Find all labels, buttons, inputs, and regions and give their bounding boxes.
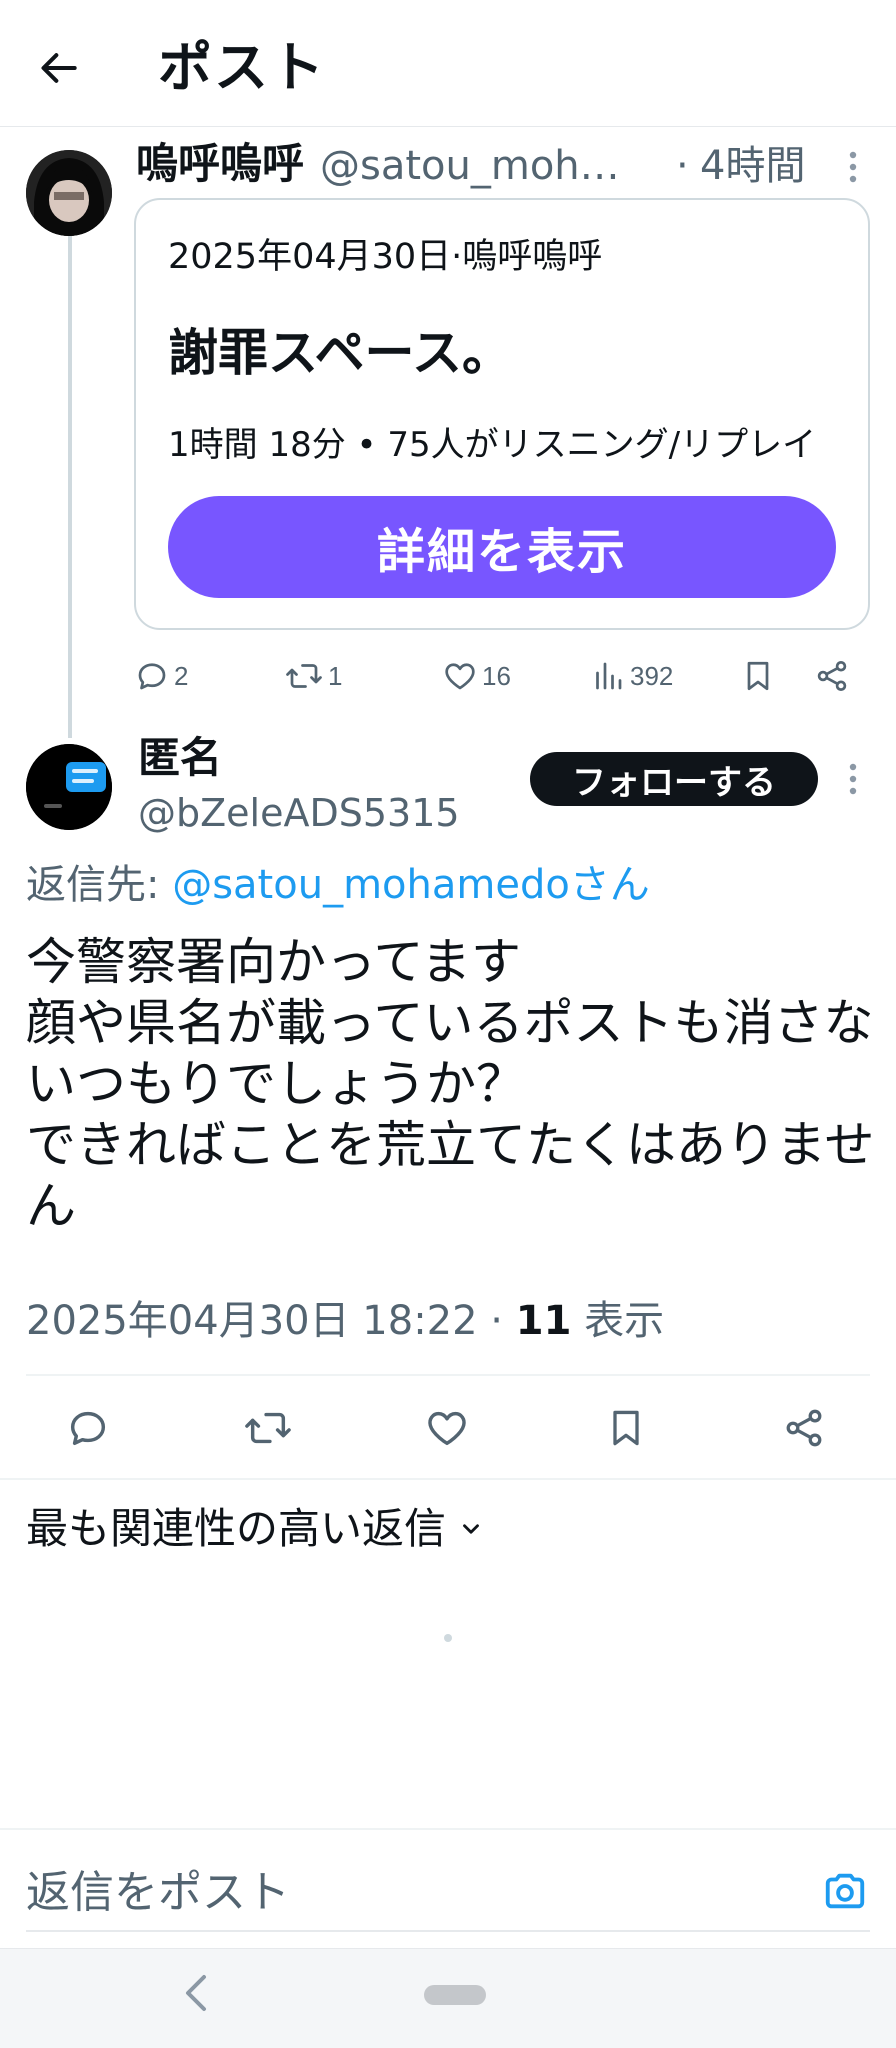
replying-to: 返信先: @satou_mohamedoさん <box>26 858 650 912</box>
more-vertical-icon <box>849 151 857 183</box>
avatar[interactable] <box>26 150 112 236</box>
system-home-handle[interactable] <box>424 1985 486 2005</box>
more-options-button[interactable] <box>836 757 870 801</box>
chevron-down-icon <box>463 1524 479 1534</box>
share-button[interactable] <box>772 1396 836 1460</box>
repost-icon <box>245 1412 291 1444</box>
author-name[interactable]: 嗚呼嗚呼 <box>136 136 304 192</box>
post-timestamp[interactable]: 2025年04月30日 18:22 · <box>26 1298 516 1344</box>
like-count: 16 <box>482 660 511 691</box>
reply-input[interactable]: 返信をポスト <box>26 1864 290 1922</box>
camera-button[interactable] <box>822 1868 868 1914</box>
reply-sort-label: 最も関連性の高い返信 <box>26 1504 447 1553</box>
app-header: ポスト <box>0 0 896 127</box>
reply-icon <box>138 663 166 690</box>
like-button[interactable]: 16 <box>442 650 511 702</box>
repost-button[interactable]: 1 <box>284 650 342 702</box>
more-options-button[interactable] <box>836 145 870 189</box>
repost-button[interactable] <box>236 1396 300 1460</box>
space-date-host: 2025年04月30日·嗚呼嗚呼 <box>168 237 603 277</box>
space-title: 謝罪スペース。 <box>168 324 512 382</box>
bookmark-icon <box>613 1410 639 1446</box>
post-time[interactable]: 4時間 <box>700 140 805 192</box>
meta-separator: · <box>676 143 689 189</box>
like-button[interactable] <box>415 1396 479 1460</box>
bookmark-button[interactable] <box>740 650 776 702</box>
share-icon <box>817 661 847 691</box>
divider <box>0 1828 896 1830</box>
reply-compose[interactable]: 返信をポスト <box>26 1860 870 1932</box>
chevron-left-icon <box>186 1975 206 2011</box>
bookmark-button[interactable] <box>594 1396 658 1460</box>
arrow-left-icon <box>41 53 77 83</box>
views-count: 11 <box>515 1298 572 1344</box>
follow-button[interactable]: フォローする <box>530 752 818 806</box>
camera-icon <box>825 1873 865 1909</box>
view-count: 392 <box>630 660 674 691</box>
space-meta: 1時間 18分 • 75人がリスニング/リプレイ <box>168 425 817 465</box>
divider <box>26 1374 870 1376</box>
repost-count: 1 <box>328 660 343 691</box>
post-timestamp-views: 2025年04月30日 18:22 · 11 表示 <box>26 1294 664 1348</box>
reply-count: 2 <box>174 660 189 691</box>
system-back-button[interactable] <box>176 1971 216 2015</box>
space-card[interactable]: 2025年04月30日·嗚呼嗚呼 謝罪スペース。 1時間 18分 • 75人がリ… <box>134 198 870 630</box>
views-button[interactable]: 392 <box>590 650 673 702</box>
heart-icon <box>445 663 475 690</box>
author-name[interactable]: 匿名 <box>138 730 222 786</box>
more-vertical-icon <box>849 763 857 795</box>
reply-button[interactable]: 2 <box>134 650 188 702</box>
post-body: 今警察署向かってます 顔や県名が載っているポストも消さないつもりでしょうか？ で… <box>26 933 875 1235</box>
author-handle[interactable]: @bZeleADS5315 <box>138 788 498 838</box>
reply-sort-dropdown[interactable]: 最も関連性の高い返信 <box>26 1500 484 1558</box>
share-button[interactable] <box>814 650 850 702</box>
reply-button[interactable] <box>56 1396 120 1460</box>
loading-indicator <box>444 1634 452 1642</box>
system-navigation-bar <box>0 1948 896 2048</box>
avatar[interactable] <box>26 744 112 830</box>
bookmark-icon <box>747 661 769 691</box>
replying-to-link[interactable]: @satou_mohamedoさん <box>172 862 650 908</box>
back-button[interactable] <box>28 36 92 100</box>
views-label: 表示 <box>571 1298 665 1344</box>
thread-connector-line <box>68 236 72 738</box>
reply-icon <box>70 1411 106 1446</box>
divider <box>0 1478 896 1480</box>
view-details-button[interactable]: 詳細を表示 <box>168 496 836 598</box>
post-actions: 2 1 16 392 <box>134 650 870 702</box>
bar-chart-icon <box>596 662 622 690</box>
repost-icon <box>286 664 322 688</box>
author-handle[interactable]: @satou_mohamedo <box>320 140 636 192</box>
page-title: ポスト <box>158 36 326 99</box>
post-actions <box>0 1396 896 1460</box>
share-icon <box>786 1409 822 1447</box>
replying-to-label: 返信先: <box>26 862 173 908</box>
heart-icon <box>428 1411 466 1446</box>
